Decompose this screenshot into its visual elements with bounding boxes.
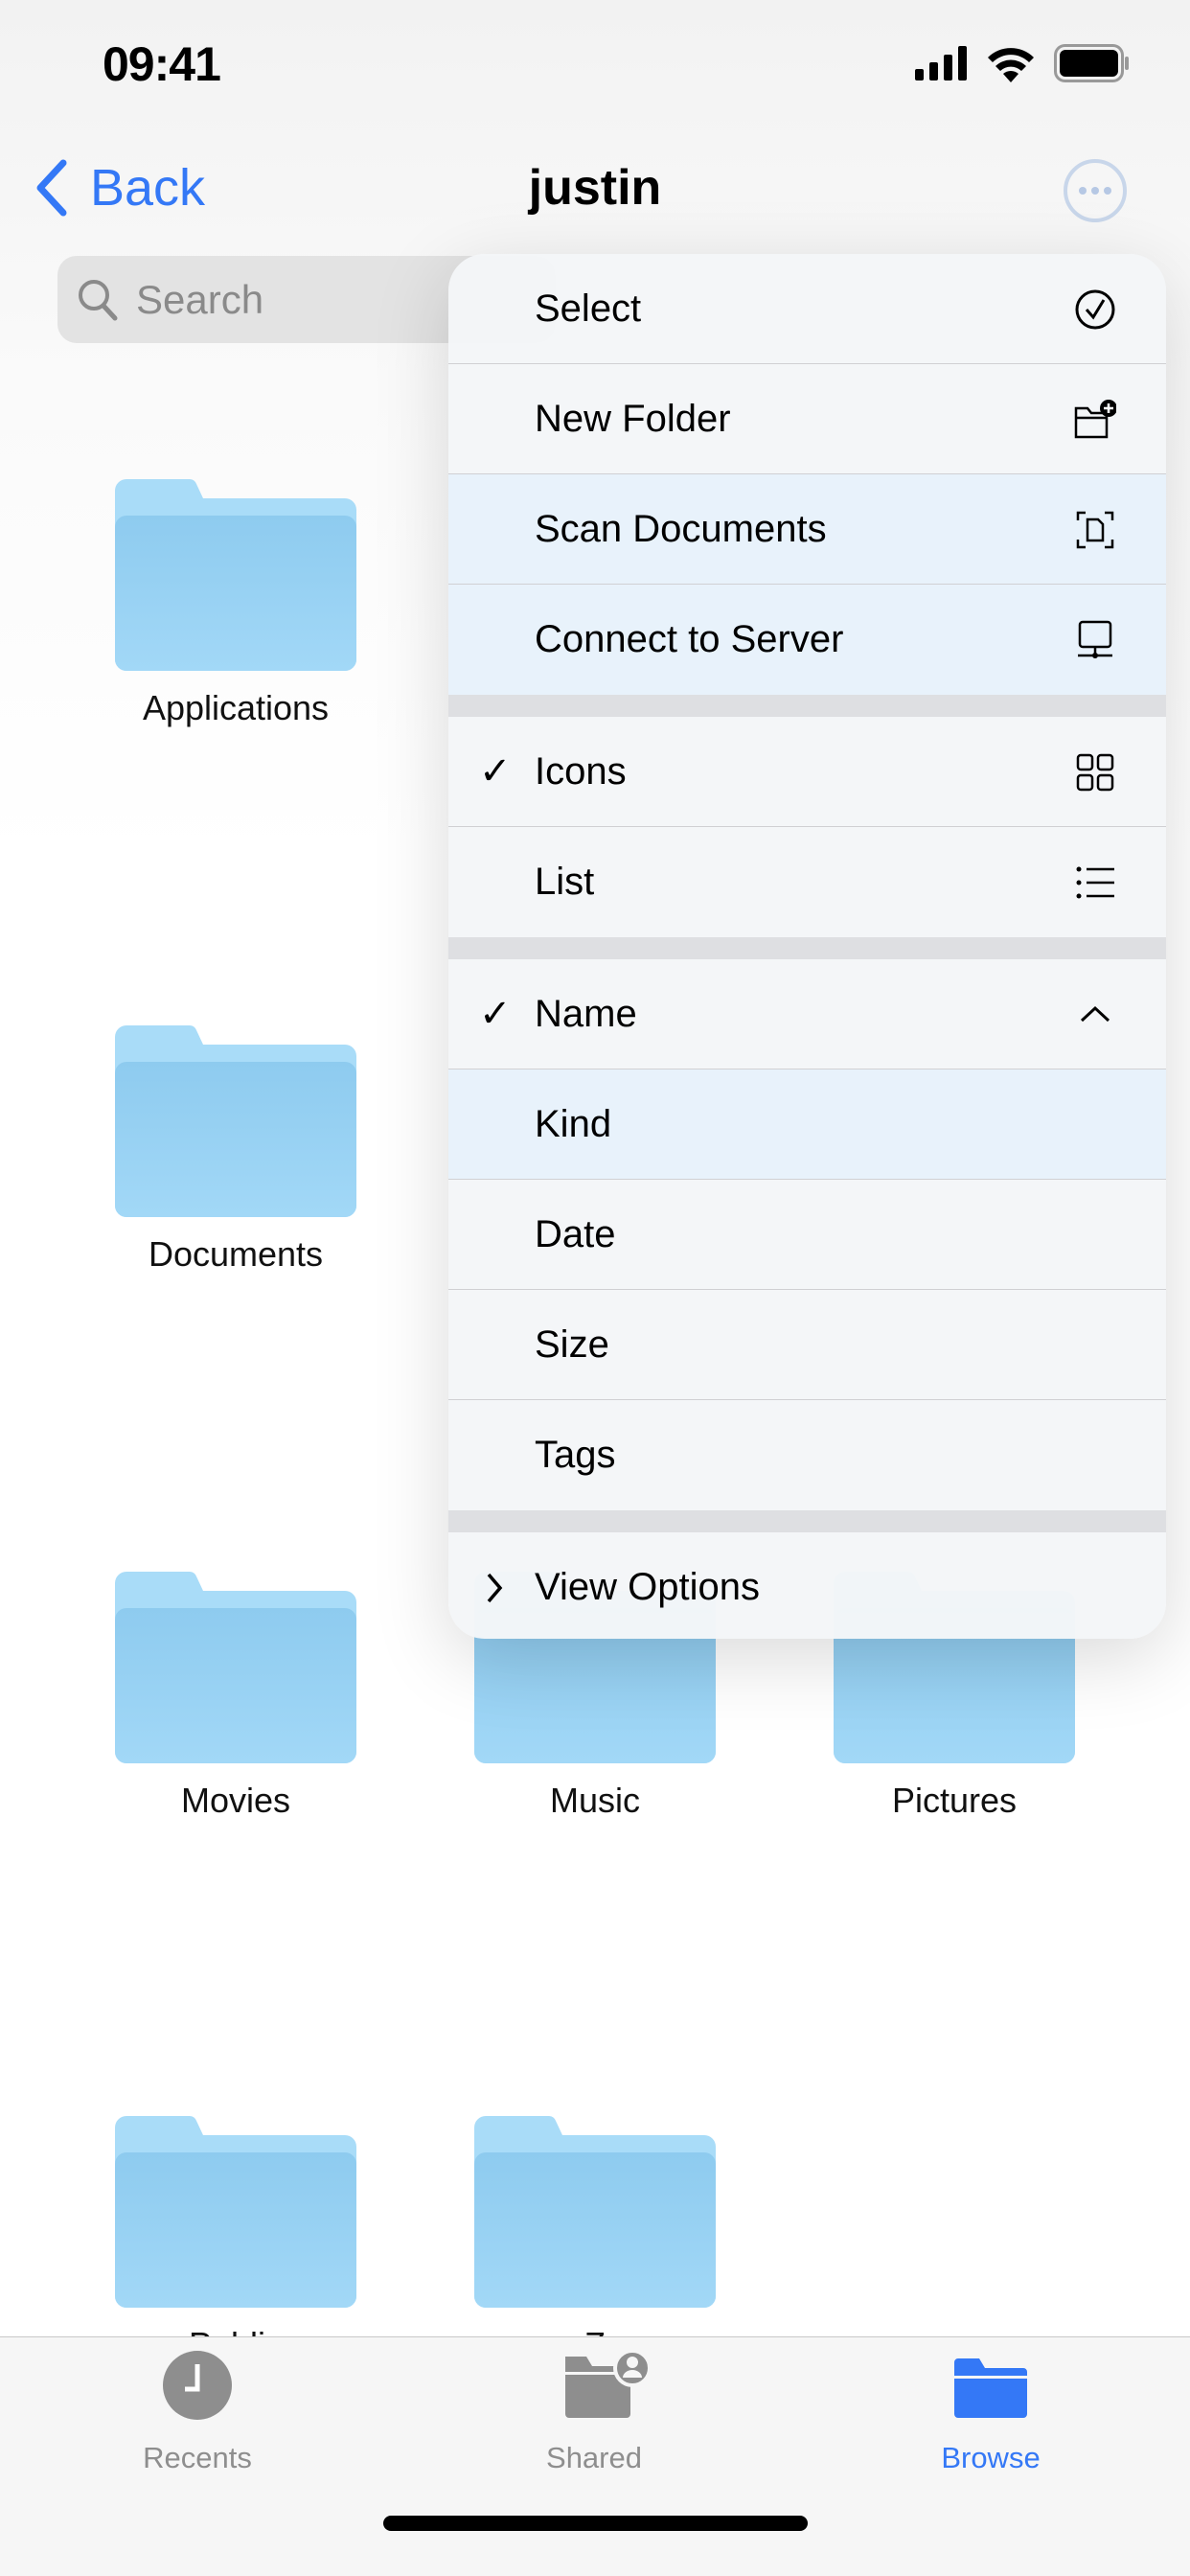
menu-item-new-folder[interactable]: New Folder (448, 364, 1166, 474)
folder-label: Documents (148, 1234, 324, 1274)
menu-item-scan-documents[interactable]: Scan Documents (448, 474, 1166, 585)
cellular-signal-icon (915, 46, 967, 80)
tab-label: Browse (941, 2441, 1041, 2474)
menu-separator (448, 695, 1166, 717)
menu-item-label: Select (535, 287, 642, 330)
folder-item[interactable]: Z (474, 2116, 716, 2364)
menu-item-label: View Options (535, 1566, 760, 1608)
doc-viewfinder-icon (1076, 511, 1114, 549)
list-bullet-icon (1076, 866, 1114, 899)
battery-icon (1054, 44, 1129, 82)
folder-item[interactable]: Public (115, 2116, 356, 2364)
search-placeholder: Search (136, 276, 264, 322)
folder-label: Applications (142, 688, 330, 727)
page-title: justin (528, 160, 662, 216)
checkmark-circle-icon (1075, 289, 1115, 330)
chevron-right-icon (487, 1573, 503, 1603)
menu-separator (448, 937, 1166, 959)
folder-label: Movies (180, 1781, 291, 1820)
menu-item-label: Name (535, 992, 637, 1035)
status-time: 09:41 (103, 37, 221, 91)
menu-item-icons[interactable]: ✓ Icons (448, 717, 1166, 827)
folder-badge-plus-icon (1074, 400, 1116, 439)
menu-item-name[interactable]: ✓ Name (448, 959, 1166, 1070)
menu-item-connect-to-server[interactable]: Connect to Server (448, 585, 1166, 695)
menu-item-tags[interactable]: Tags (448, 1400, 1166, 1510)
folder-icon (115, 1025, 356, 1217)
menu-item-select[interactable]: Select (448, 254, 1166, 364)
menu-item-view-options[interactable]: View Options (448, 1532, 1166, 1639)
chevron-up-icon (1080, 1005, 1110, 1023)
more-button[interactable] (1064, 159, 1127, 222)
menu-item-date[interactable]: Date (448, 1180, 1166, 1290)
home-indicator (383, 2516, 808, 2531)
tab-label: Recents (143, 2441, 252, 2474)
folder-icon (115, 1572, 356, 1763)
menu-item-label: New Folder (535, 397, 731, 440)
server-display-icon (1078, 620, 1112, 658)
folder-label: Music (549, 1781, 640, 1820)
menu-item-label: Connect to Server (535, 618, 844, 660)
checkmark-icon: ✓ (479, 750, 512, 793)
menu-item-label: Tags (535, 1434, 616, 1476)
wifi-icon (988, 48, 1034, 82)
folder-item[interactable]: Movies (115, 1572, 356, 1820)
tab-bar: Recents Shared Browse (0, 2336, 1190, 2576)
folder-icon (474, 2116, 716, 2308)
folder-label: Pictures (891, 1781, 1018, 1820)
folder-item[interactable]: Documents (115, 1025, 356, 1274)
checkmark-icon: ✓ (479, 993, 512, 1035)
folder-icon (115, 479, 356, 671)
context-menu: Select New Folder Scan Documents Connect to… (448, 254, 1166, 1639)
menu-separator (448, 1510, 1166, 1532)
menu-item-label: Icons (535, 749, 627, 793)
menu-item-label: Scan Documents (535, 507, 827, 550)
menu-item-kind[interactable]: Kind (448, 1070, 1166, 1180)
search-icon (79, 279, 118, 320)
folder-icon (115, 2116, 356, 2308)
grid-icon (1076, 753, 1114, 792)
shared-folder-icon (565, 2349, 652, 2418)
menu-item-label: List (535, 861, 595, 903)
menu-item-label: Size (535, 1322, 609, 1366)
folder-item[interactable]: Applications (115, 479, 356, 727)
clock-icon (163, 2351, 232, 2420)
menu-item-label: Date (535, 1212, 616, 1255)
menu-item-list[interactable]: List (448, 827, 1166, 937)
menu-item-label: Kind (535, 1102, 612, 1145)
menu-item-size[interactable]: Size (448, 1290, 1166, 1400)
tab-label: Shared (546, 2441, 642, 2474)
folder-icon (954, 2358, 1027, 2418)
